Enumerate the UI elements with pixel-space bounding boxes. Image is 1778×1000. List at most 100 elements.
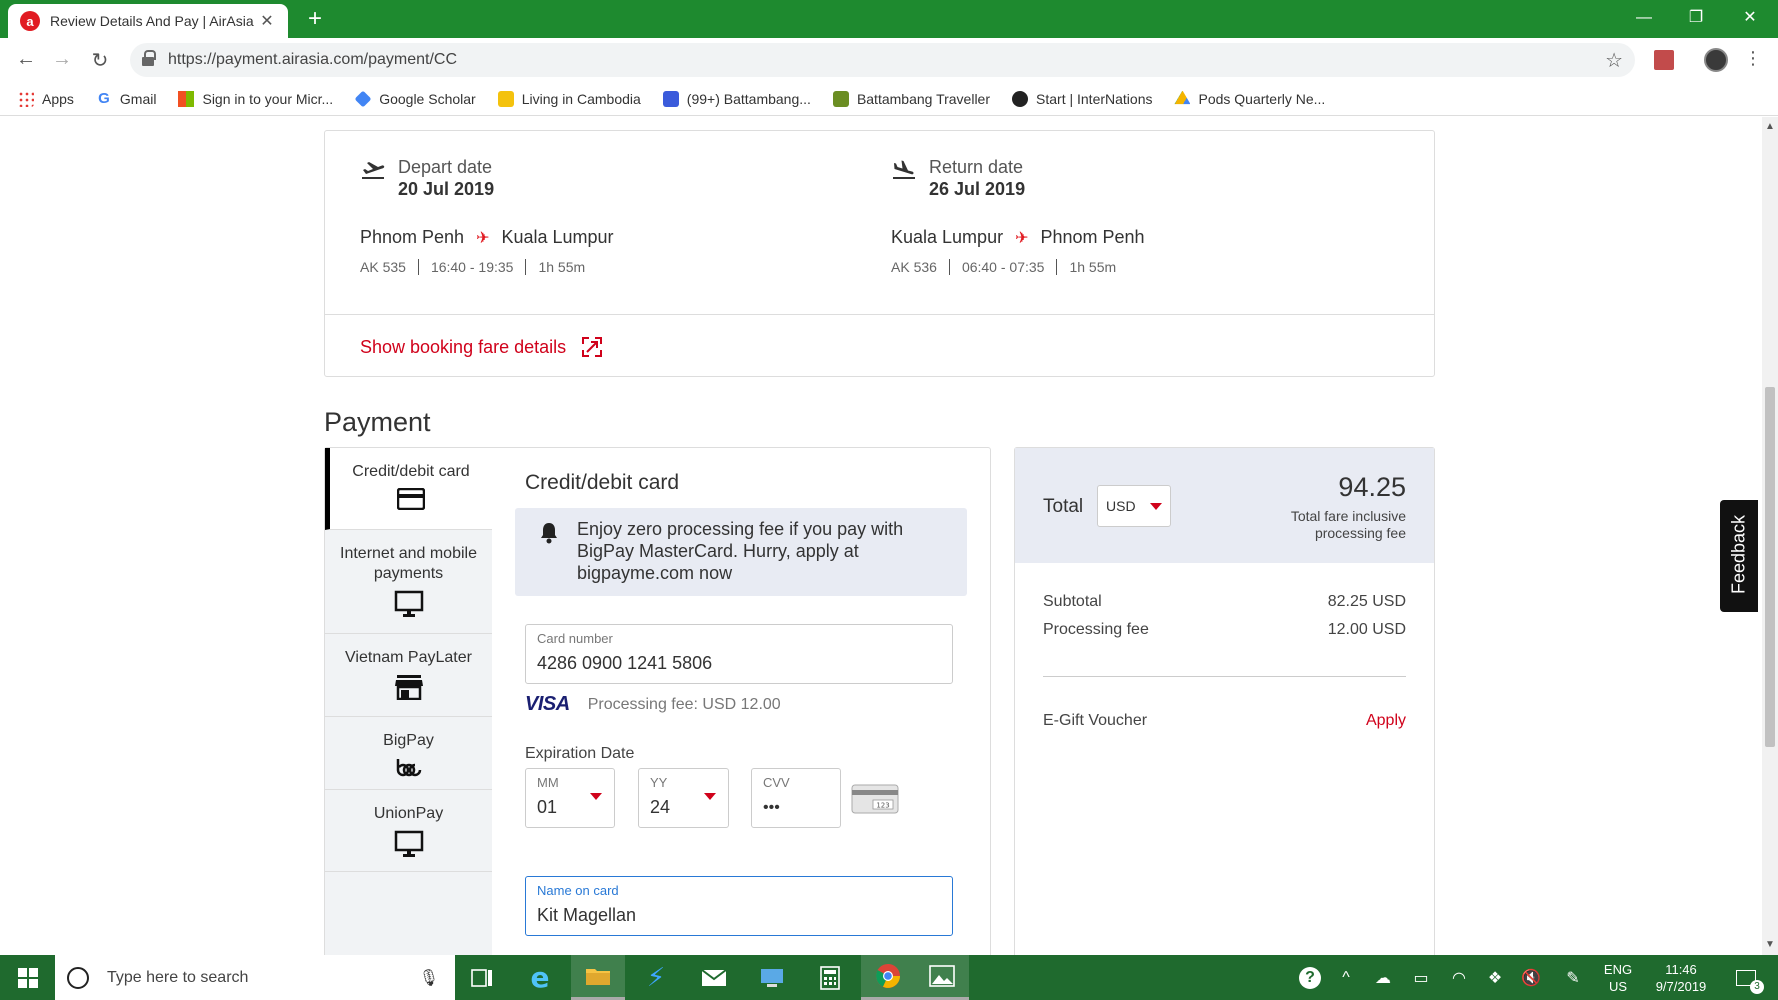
bookmark-apps[interactable]: Apps: [18, 90, 74, 107]
divider: [525, 259, 527, 275]
depart-duration: 1h 55m: [538, 259, 586, 275]
onedrive-icon[interactable]: ☁: [1366, 955, 1400, 1000]
card-number-field[interactable]: Card number 4286 0900 1241 5806: [525, 624, 953, 684]
url-text: https://payment.airasia.com/payment/CC: [168, 51, 458, 68]
profile-avatar[interactable]: [1704, 48, 1728, 72]
expiry-month-select[interactable]: MM 01: [525, 768, 615, 828]
close-tab-icon[interactable]: ✕: [258, 11, 276, 31]
edge-icon[interactable]: e: [513, 955, 567, 1000]
bookmark-microsoft[interactable]: Sign in to your Micr...: [178, 90, 333, 107]
scholar-icon: [354, 90, 372, 107]
cvv-field[interactable]: CVV •••: [751, 768, 841, 828]
airasia-favicon-icon: a: [20, 11, 40, 31]
bookmark-battambang-traveller[interactable]: Battambang Traveller: [832, 90, 990, 107]
bookmark-living-in-cambodia[interactable]: Living in Cambodia: [497, 90, 641, 107]
return-destination: Phnom Penh: [1040, 227, 1145, 247]
bookmark-google-scholar[interactable]: Google Scholar: [354, 90, 476, 107]
depart-destination: Kuala Lumpur: [501, 227, 614, 247]
start-button[interactable]: [0, 955, 55, 1000]
mail-icon[interactable]: [687, 955, 741, 1000]
card-divider: [325, 314, 1434, 315]
card-form-heading: Credit/debit card: [525, 471, 680, 494]
currency-select[interactable]: USD: [1097, 485, 1171, 527]
divider: [948, 259, 950, 275]
globe-icon: [1012, 90, 1029, 107]
credit-card-icon: [397, 488, 425, 510]
visa-logo-icon: VISA: [525, 693, 570, 715]
visual-studio-code-icon[interactable]: ⚡: [629, 955, 683, 1000]
menu-kebab-icon[interactable]: ⋮: [1735, 48, 1771, 69]
bookmark-pods-quarterly[interactable]: Pods Quarterly Ne...: [1174, 90, 1325, 107]
drive-icon: [1174, 90, 1191, 105]
calculator-icon[interactable]: [803, 955, 857, 1000]
restore-icon[interactable]: ❐: [1676, 4, 1716, 32]
return-date: 26 Jul 2019: [929, 179, 1026, 199]
page-scrollbar[interactable]: ▲ ▼: [1762, 117, 1778, 955]
forward-icon[interactable]: →: [44, 48, 80, 71]
caret-down-icon: [704, 793, 716, 800]
processing-fee-row: Processing fee 12.00 USD: [1043, 621, 1406, 638]
microphone-icon[interactable]: 🎙: [419, 968, 439, 988]
action-center-icon[interactable]: 3: [1726, 955, 1766, 1000]
network-icon[interactable]: ◠: [1442, 955, 1476, 1000]
method-vietnam-paylater[interactable]: Vietnam PayLater: [325, 634, 492, 717]
clock[interactable]: 11:46 9/7/2019: [1646, 961, 1716, 995]
reload-icon[interactable]: ↻: [82, 48, 118, 73]
plane-icon: ✈: [1015, 229, 1029, 247]
depart-flight-number: AK 535: [360, 259, 406, 275]
volume-muted-icon[interactable]: 🔇: [1514, 955, 1548, 1000]
file-explorer-icon[interactable]: [571, 955, 625, 1000]
e-gift-voucher-row: E-Gift Voucher Apply: [1043, 712, 1406, 730]
svg-text:123: 123: [876, 802, 889, 810]
apply-voucher-link[interactable]: Apply: [1366, 712, 1406, 730]
landing-icon: [893, 160, 915, 179]
scroll-down-icon[interactable]: ▼: [1762, 939, 1778, 950]
plane-icon: ✈: [476, 229, 490, 247]
notification-count-badge: 3: [1750, 979, 1764, 994]
method-unionpay[interactable]: UnionPay: [325, 790, 492, 872]
promo-text: Enjoy zero processing fee if you pay wit…: [577, 519, 904, 583]
back-icon[interactable]: ←: [8, 48, 44, 71]
name-on-card-value: Kit Magellan: [537, 905, 637, 925]
remote-desktop-icon[interactable]: [745, 955, 799, 1000]
method-credit-card[interactable]: Credit/debit card: [325, 448, 492, 530]
language-indicator[interactable]: ENG US: [1596, 961, 1640, 995]
scroll-up-icon[interactable]: ▲: [1762, 121, 1778, 132]
taskbar-search[interactable]: Type here to search 🎙: [55, 955, 455, 1000]
feedback-tab[interactable]: Feedback: [1720, 500, 1758, 612]
total-label: Total: [1043, 496, 1084, 517]
help-icon[interactable]: ?: [1292, 955, 1328, 1000]
show-fare-details-link[interactable]: Show booking fare details: [360, 335, 604, 359]
payment-title: Payment: [324, 407, 431, 437]
name-on-card-field[interactable]: Name on card Kit Magellan: [525, 876, 953, 936]
battery-icon[interactable]: ▭: [1404, 955, 1438, 1000]
return-date-label: Return date: [929, 157, 1024, 177]
method-bigpay[interactable]: BigPay: [325, 717, 492, 790]
close-window-icon[interactable]: ✕: [1730, 4, 1770, 32]
expiry-year-select[interactable]: YY 24: [638, 768, 729, 828]
lock-icon: [142, 50, 156, 66]
new-tab-icon[interactable]: +: [302, 6, 328, 32]
task-view-icon[interactable]: [455, 955, 509, 1000]
dropbox-icon[interactable]: ❖: [1478, 955, 1512, 1000]
photos-icon[interactable]: [915, 955, 969, 1000]
bigpay-promo-banner: Enjoy zero processing fee if you pay wit…: [515, 508, 967, 596]
browser-tab[interactable]: a Review Details And Pay | AirAsia ✕: [8, 4, 288, 38]
total-note: Total fare inclusive processing fee: [1290, 508, 1406, 541]
url-omnibox[interactable]: https://payment.airasia.com/payment/CC ☆: [130, 43, 1635, 77]
return-route: Kuala Lumpur ✈ Phnom Penh: [891, 227, 1145, 248]
chrome-icon[interactable]: [861, 955, 915, 1000]
bookmark-gmail[interactable]: G Gmail: [96, 90, 156, 107]
chat-icon: [662, 90, 679, 107]
folder-icon: [497, 90, 514, 107]
scroll-thumb[interactable]: [1765, 387, 1775, 747]
bookmark-internations[interactable]: Start | InterNations: [1012, 90, 1152, 107]
pen-icon[interactable]: ✎: [1556, 955, 1590, 1000]
method-internet-mobile[interactable]: Internet and mobile payments: [325, 530, 492, 634]
bookmark-star-icon[interactable]: ☆: [1605, 48, 1623, 73]
pdf-extension-icon[interactable]: [1654, 50, 1674, 70]
show-hidden-icons-icon[interactable]: ^: [1330, 955, 1362, 1000]
minimize-icon[interactable]: —: [1624, 4, 1664, 32]
cortana-icon: [67, 966, 89, 989]
bookmark-battambang-chat[interactable]: (99+) Battambang...: [662, 90, 811, 107]
